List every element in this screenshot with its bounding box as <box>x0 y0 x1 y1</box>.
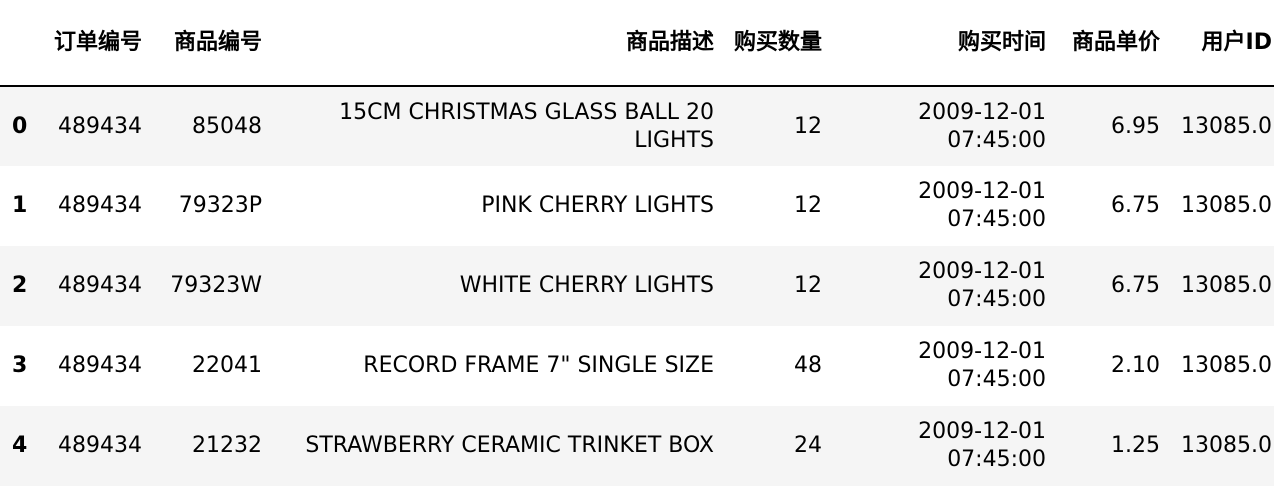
cell-unit-price: 6.75 <box>1111 273 1160 298</box>
cell-description: STRAWBERRY CERAMIC TRINKET BOX <box>305 433 714 458</box>
cell-quantity: 12 <box>794 273 822 298</box>
cell-user-id: 13085.0 <box>1181 113 1272 139</box>
cell-quantity: 24 <box>794 433 822 458</box>
table-row: 0 489434 85048 15CM CHRISTMAS GLASS BALL… <box>0 86 1274 166</box>
table-row: 3 489434 22041 RECORD FRAME 7" SINGLE SI… <box>0 326 1274 406</box>
column-header-quantity: 购买数量 <box>724 0 832 87</box>
cell-unit-price: 1.25 <box>1111 433 1160 458</box>
cell-description: PINK CHERRY LIGHTS <box>481 193 714 218</box>
cell-order-id: 489434 <box>58 113 142 139</box>
row-index: 4 <box>12 433 28 458</box>
cell-purchase-time: 2009-12-01 07:45:00 <box>918 179 1046 232</box>
row-index: 0 <box>12 113 28 139</box>
cell-product-code: 22041 <box>192 353 262 378</box>
cell-quantity: 12 <box>794 113 822 139</box>
table-row: 2 489434 79323W WHITE CHERRY LIGHTS 12 2… <box>0 246 1274 326</box>
cell-user-id: 13085.0 <box>1181 193 1272 218</box>
cell-user-id: 13085.0 <box>1181 353 1272 378</box>
table-row: 4 489434 21232 STRAWBERRY CERAMIC TRINKE… <box>0 406 1274 486</box>
column-header-unit-price: 商品单价 <box>1056 0 1170 87</box>
cell-description: 15CM CHRISTMAS GLASS BALL 20 LIGHTS <box>339 99 714 153</box>
cell-purchase-time: 2009-12-01 07:45:00 <box>918 99 1046 153</box>
cell-product-code: 85048 <box>192 113 262 139</box>
cell-unit-price: 6.95 <box>1111 113 1160 139</box>
cell-quantity: 12 <box>794 193 822 218</box>
cell-unit-price: 2.10 <box>1111 353 1160 378</box>
index-header <box>0 0 42 87</box>
cell-user-id: 13085.0 <box>1181 273 1272 298</box>
column-header-order-id: 订单编号 <box>42 0 152 87</box>
header-row: 订单编号 商品编号 商品描述 购买数量 购买时间 商品单价 用户ID <box>0 0 1274 87</box>
table-body: 0 489434 85048 15CM CHRISTMAS GLASS BALL… <box>0 86 1274 486</box>
row-index: 2 <box>12 273 28 298</box>
cell-purchase-time: 2009-12-01 07:45:00 <box>918 419 1046 472</box>
cell-unit-price: 6.75 <box>1111 193 1160 218</box>
cell-purchase-time: 2009-12-01 07:45:00 <box>918 259 1046 312</box>
cell-user-id: 13085.0 <box>1181 433 1272 458</box>
column-header-description: 商品描述 <box>272 0 724 87</box>
cell-purchase-time: 2009-12-01 07:45:00 <box>918 339 1046 392</box>
cell-order-id: 489434 <box>58 433 142 458</box>
dataframe-table: 订单编号 商品编号 商品描述 购买数量 购买时间 商品单价 用户ID 0 489… <box>0 0 1274 486</box>
cell-order-id: 489434 <box>58 353 142 378</box>
cell-order-id: 489434 <box>58 273 142 298</box>
cell-description: WHITE CHERRY LIGHTS <box>459 273 714 298</box>
cell-description: RECORD FRAME 7" SINGLE SIZE <box>363 353 714 378</box>
cell-order-id: 489434 <box>58 193 142 218</box>
cell-product-code: 21232 <box>192 433 262 458</box>
column-header-purchase-time: 购买时间 <box>832 0 1056 87</box>
column-header-product-code: 商品编号 <box>152 0 272 87</box>
table-row: 1 489434 79323P PINK CHERRY LIGHTS 12 20… <box>0 166 1274 246</box>
row-index: 1 <box>12 193 28 218</box>
column-header-user-id: 用户ID <box>1170 0 1274 87</box>
cell-quantity: 48 <box>794 353 822 378</box>
table-header: 订单编号 商品编号 商品描述 购买数量 购买时间 商品单价 用户ID <box>0 0 1274 87</box>
cell-product-code: 79323P <box>178 193 262 218</box>
row-index: 3 <box>12 353 28 378</box>
cell-product-code: 79323W <box>170 273 262 298</box>
